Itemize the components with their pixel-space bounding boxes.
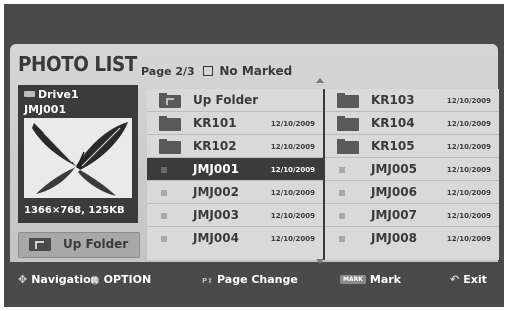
folder-icon [159, 139, 181, 154]
up-folder-button-label: Up Folder [63, 237, 129, 251]
scroll-down-icon[interactable] [316, 259, 324, 264]
folder-icon [337, 116, 359, 131]
folder-icon [159, 116, 181, 131]
list-item-date: 12/10/2009 [446, 120, 491, 128]
list-item-date: 12/10/2009 [270, 212, 315, 220]
list-item-date: 12/10/2009 [270, 143, 315, 151]
list-item-name: KR103 [371, 93, 415, 107]
list-item[interactable]: KR101 12/10/2009 [147, 112, 323, 135]
photo-thumbnail [24, 118, 132, 198]
list-item-name: JMJ008 [371, 231, 417, 245]
list-item[interactable]: Up Folder [147, 89, 323, 112]
list-item[interactable]: JMJ006 12/10/2009 [325, 181, 499, 204]
up-folder-button[interactable]: Up Folder [18, 232, 140, 258]
preview-filename: JMJ001 [24, 103, 67, 116]
checkbox-icon [202, 66, 213, 76]
footer-mark: MARK Mark [340, 273, 401, 286]
photo-file-icon [339, 236, 345, 242]
list-item[interactable]: JMJ003 12/10/2009 [147, 204, 323, 227]
footer-exit-label: Exit [463, 273, 487, 286]
list-item-name: KR104 [371, 116, 415, 130]
mark-button-icon: MARK [340, 274, 366, 284]
footer-navigation-label: Navigation [31, 273, 99, 286]
drive-name: Drive1 [38, 88, 79, 101]
scroll-up-icon[interactable] [316, 78, 324, 83]
footer-page-change-label: Page Change [217, 273, 298, 286]
return-icon: ↶ [450, 273, 460, 286]
list-item-name: Up Folder [193, 93, 259, 107]
list-item-date: 12/10/2009 [446, 97, 491, 105]
photo-file-icon [339, 167, 345, 173]
photo-file-icon [161, 167, 167, 173]
navigation-arrows-icon: ✥ [18, 273, 28, 286]
list-item-date: 12/10/2009 [270, 189, 315, 197]
list-item[interactable]: JMJ004 12/10/2009 [147, 227, 323, 250]
marked-status: No Marked [219, 64, 293, 78]
list-item-date: 12/10/2009 [270, 166, 315, 174]
list-item-date: 12/10/2009 [446, 166, 491, 174]
folder-icon [337, 139, 359, 154]
list-item-name: JMJ003 [193, 208, 239, 222]
list-item-date: 12/10/2009 [270, 120, 315, 128]
list-item[interactable]: KR105 12/10/2009 [325, 135, 499, 158]
list-item[interactable]: JMJ007 12/10/2009 [325, 204, 499, 227]
page-info: Page 2/3 No Marked [141, 64, 292, 78]
list-item-name: JMJ004 [193, 231, 239, 245]
butterfly-icon [24, 118, 132, 198]
page-rocker-icon: P⇕ [202, 277, 213, 285]
list-item-name: KR102 [193, 139, 237, 153]
page-indicator: Page 2/3 [141, 65, 195, 78]
footer-exit: ↶ Exit [450, 273, 487, 286]
photo-file-icon [161, 236, 167, 242]
footer-help-bar: ✥ Navigation ◉ OPTION P⇕ Page Change MARK Ma… [10, 269, 500, 293]
up-folder-icon [29, 238, 51, 251]
list-item[interactable]: JMJ005 12/10/2009 [325, 158, 499, 181]
list-item-name: KR105 [371, 139, 415, 153]
footer-mark-label: Mark [369, 273, 401, 286]
list-item-date: 12/10/2009 [446, 143, 491, 151]
page-title: PHOTO LIST [18, 52, 137, 76]
list-item[interactable]: KR103 12/10/2009 [325, 89, 499, 112]
drive-label: Drive1 [24, 88, 79, 101]
footer-option: ◉ OPTION [90, 273, 151, 286]
list-item-name: JMJ005 [371, 162, 417, 176]
list-item-name: JMJ007 [371, 208, 417, 222]
list-item[interactable]: KR104 12/10/2009 [325, 112, 499, 135]
list-item[interactable]: JMJ002 12/10/2009 [147, 181, 323, 204]
photo-file-icon [161, 213, 167, 219]
list-item[interactable]: JMJ008 12/10/2009 [325, 227, 499, 250]
tv-screen: PHOTO LIST Page 2/3 No Marked Drive1 JMJ… [4, 4, 504, 307]
column-divider [323, 89, 325, 260]
footer-page-change: P⇕ Page Change [202, 273, 298, 286]
usb-drive-icon [24, 91, 35, 97]
list-item-date: 12/10/2009 [446, 212, 491, 220]
list-item-date: 12/10/2009 [446, 189, 491, 197]
folder-icon [337, 93, 359, 108]
photo-file-icon [339, 213, 345, 219]
list-item[interactable]: KR102 12/10/2009 [147, 135, 323, 158]
list-item-selected[interactable]: JMJ001 12/10/2009 [147, 158, 323, 181]
list-item-date: 12/10/2009 [446, 235, 491, 243]
image-resolution-size: 1366×768, 125KB [24, 205, 125, 216]
preview-panel: Drive1 JMJ001 1366×768, 125KB [18, 85, 138, 223]
footer-navigation: ✥ Navigation [18, 273, 99, 286]
list-item-name: JMJ006 [371, 185, 417, 199]
photo-file-icon [161, 190, 167, 196]
photo-file-icon [339, 190, 345, 196]
footer-option-label: OPTION [103, 273, 152, 286]
list-item-name: KR101 [193, 116, 237, 130]
option-button-icon: ◉ [90, 273, 100, 286]
list-item-name: JMJ001 [193, 162, 239, 176]
list-item-name: JMJ002 [193, 185, 239, 199]
list-item-date: 12/10/2009 [270, 235, 315, 243]
up-folder-icon [159, 93, 181, 108]
